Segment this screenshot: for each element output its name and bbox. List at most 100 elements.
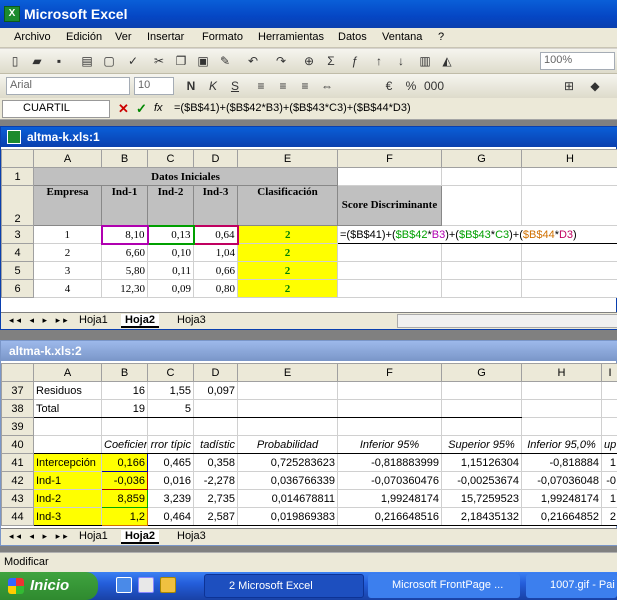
cell[interactable]: [33, 435, 102, 454]
cell[interactable]: [337, 417, 442, 436]
cell[interactable]: rror típic: [147, 435, 194, 454]
cell[interactable]: 0,019869383: [237, 507, 338, 526]
col-header-d[interactable]: D: [193, 149, 238, 168]
cell[interactable]: -0,818884: [521, 453, 602, 472]
paste-icon[interactable]: ▣: [194, 52, 212, 70]
cell[interactable]: [337, 243, 442, 262]
task-paint[interactable]: 1007.gif - Pai: [526, 574, 617, 598]
font-size-combo[interactable]: 10: [134, 77, 174, 95]
cell[interactable]: [521, 381, 602, 400]
cell[interactable]: up: [601, 435, 617, 454]
fill-color-icon[interactable]: ◆: [586, 77, 604, 95]
menu-help[interactable]: ?: [438, 31, 444, 43]
thousands-icon[interactable]: 000: [424, 77, 444, 95]
start-button[interactable]: Inicio: [0, 572, 98, 600]
zoom-combo[interactable]: 100%: [540, 52, 615, 70]
cell[interactable]: [441, 243, 522, 262]
cell-ind3[interactable]: 1,04: [193, 243, 238, 262]
row-header[interactable]: 4: [1, 243, 34, 262]
function-icon[interactable]: ƒ: [346, 52, 364, 70]
cell[interactable]: 0,465: [147, 453, 194, 472]
bold-icon[interactable]: N: [182, 77, 200, 95]
cell[interactable]: -0,036: [101, 471, 148, 490]
spelling-icon[interactable]: ✓: [124, 52, 142, 70]
cell[interactable]: 8,859: [101, 489, 148, 508]
cell[interactable]: Residuos: [33, 381, 102, 400]
cell[interactable]: -0,07036048: [521, 471, 602, 490]
tab-hoja2[interactable]: Hoja2: [121, 314, 159, 328]
cell[interactable]: [601, 399, 617, 418]
cell[interactable]: [337, 399, 442, 418]
borders-icon[interactable]: ⊞: [560, 77, 578, 95]
cell[interactable]: [521, 185, 617, 226]
sort-asc-icon[interactable]: ↑: [370, 52, 388, 70]
cell[interactable]: 1,2: [101, 507, 148, 526]
align-center-icon[interactable]: ≡: [274, 77, 292, 95]
cell[interactable]: 1,55: [147, 381, 194, 400]
cell[interactable]: Intercepción: [33, 453, 102, 472]
cell[interactable]: Probabilidad: [237, 435, 338, 454]
cell-ind3[interactable]: 0,64: [192, 224, 239, 245]
col-header-i[interactable]: I: [601, 363, 617, 382]
cell[interactable]: -2,278: [193, 471, 238, 490]
cell[interactable]: [521, 417, 602, 436]
cell[interactable]: [521, 167, 617, 186]
open-icon[interactable]: ▰: [28, 52, 46, 70]
row-header[interactable]: 37: [1, 381, 34, 400]
cell[interactable]: 2,735: [193, 489, 238, 508]
menu-ventana[interactable]: Ventana: [382, 31, 422, 43]
cell-clasificacion[interactable]: 2: [237, 225, 338, 244]
select-all[interactable]: [1, 363, 34, 382]
cell[interactable]: [441, 279, 522, 298]
drawing-icon[interactable]: ◭: [438, 52, 456, 70]
cell-ind2[interactable]: 0,09: [147, 279, 194, 298]
cell[interactable]: Ind-3: [33, 507, 102, 526]
col-header-b[interactable]: B: [101, 149, 148, 168]
cell[interactable]: [337, 167, 442, 186]
print-icon[interactable]: ▤: [78, 52, 96, 70]
cell[interactable]: [101, 417, 148, 436]
col-header-c[interactable]: C: [147, 363, 194, 382]
menu-archivo[interactable]: Archivo: [14, 31, 51, 43]
percent-icon[interactable]: %: [402, 77, 420, 95]
merged-header-cell[interactable]: Datos Iniciales: [33, 167, 338, 186]
row-header[interactable]: 3: [1, 225, 34, 244]
select-all[interactable]: [1, 149, 34, 168]
horizontal-scrollbar[interactable]: [397, 314, 617, 328]
cell[interactable]: -0: [601, 471, 617, 490]
cell[interactable]: 1,99248174: [521, 489, 602, 508]
row-header[interactable]: 41: [1, 453, 34, 472]
quicklaunch-desktop-icon[interactable]: [116, 577, 132, 593]
quicklaunch-ie-icon[interactable]: [138, 577, 154, 593]
cell[interactable]: [521, 399, 602, 418]
col-header-a[interactable]: A: [33, 149, 102, 168]
italic-icon[interactable]: K: [204, 77, 222, 95]
cell[interactable]: [521, 261, 617, 280]
cell[interactable]: [337, 279, 442, 298]
menu-herramientas[interactable]: Herramientas: [258, 31, 324, 43]
header-ind3[interactable]: Ind-3: [193, 185, 238, 226]
cell[interactable]: 0,464: [147, 507, 194, 526]
copy-icon[interactable]: ❐: [172, 52, 190, 70]
cell[interactable]: 0,014678811: [237, 489, 338, 508]
cell-score-editing[interactable]: =($B$41)+($B$42*B3)+($B$43*C3)+($B$44*D3…: [337, 225, 617, 244]
task-frontpage[interactable]: Microsoft FrontPage ...: [368, 574, 520, 598]
cell-ind2[interactable]: 0,13: [146, 224, 195, 245]
cell[interactable]: [237, 399, 338, 418]
formula-input[interactable]: =($B$41)+($B$42*B3)+($B$43*C3)+($B$44*D3…: [174, 102, 411, 114]
cell-ind3[interactable]: 0,80: [193, 279, 238, 298]
autosum-icon[interactable]: Σ: [322, 52, 340, 70]
cell[interactable]: [441, 381, 522, 400]
cell-ind1[interactable]: 8,10: [100, 224, 149, 245]
cell[interactable]: -0,818883999: [337, 453, 442, 472]
tab-hoja1[interactable]: Hoja1: [75, 530, 112, 542]
cell[interactable]: [601, 417, 617, 436]
col-header-g[interactable]: G: [441, 149, 522, 168]
cell[interactable]: 19: [101, 399, 148, 418]
cell-clasificacion[interactable]: 2: [237, 261, 338, 280]
task-excel[interactable]: 2 Microsoft Excel: [204, 574, 364, 598]
cell[interactable]: 2,587: [193, 507, 238, 526]
cell[interactable]: [521, 243, 617, 262]
cell[interactable]: Ind-2: [33, 489, 102, 508]
new-icon[interactable]: ▯: [6, 52, 24, 70]
